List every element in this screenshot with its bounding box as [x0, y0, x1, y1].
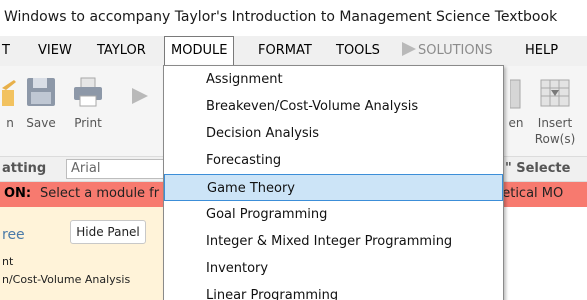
- menu-taylor[interactable]: TAYLOR: [97, 36, 146, 66]
- save-label: Save: [26, 116, 56, 130]
- print-button[interactable]: Print: [66, 74, 110, 146]
- module-dropdown-menu: Assignment Breakeven/Cost-Volume Analysi…: [163, 65, 504, 300]
- instruction-text: Select a module fr: [40, 186, 160, 201]
- menu-item-decision-analysis[interactable]: Decision Analysis: [164, 120, 503, 147]
- insert-rows-button[interactable]: Insert Row(s): [530, 74, 580, 146]
- menu-module[interactable]: MODULE: [164, 36, 235, 67]
- menu-solutions[interactable]: SOLUTIONS: [402, 36, 493, 66]
- menu-item-integer-programming[interactable]: Integer & Mixed Integer Programming: [164, 228, 503, 255]
- insert-label-2: Row(s): [534, 132, 576, 146]
- partial-label: en: [508, 116, 524, 130]
- menu-item-inventory[interactable]: Inventory: [164, 255, 503, 282]
- print-label: Print: [74, 116, 102, 130]
- insert-row-icon: [539, 76, 571, 113]
- title-bar: Windows to accompany Taylor's Introducti…: [0, 0, 587, 36]
- open-button[interactable]: n: [0, 74, 20, 146]
- menu-item-goal-programming[interactable]: Goal Programming: [164, 201, 503, 228]
- menu-item-assignment[interactable]: Assignment: [164, 66, 503, 93]
- menu-view[interactable]: VIEW: [38, 36, 72, 66]
- open-folder-icon: [2, 76, 18, 113]
- menu-item-game-theory[interactable]: Game Theory: [164, 174, 503, 201]
- hide-panel-button[interactable]: Hide Panel: [70, 220, 146, 244]
- instruction-label: ON:: [4, 186, 32, 201]
- save-icon: [25, 76, 57, 111]
- grid-icon: [509, 76, 522, 113]
- tree-item[interactable]: nt: [2, 255, 13, 268]
- menu-bar: T VIEW TAYLOR MODULE FORMAT TOOLS SOLUTI…: [0, 36, 587, 67]
- menu-tools[interactable]: TOOLS: [336, 36, 380, 66]
- menu-item-forecasting[interactable]: Forecasting: [164, 147, 503, 174]
- save-button[interactable]: Save: [20, 74, 62, 146]
- formatting-label: atting: [2, 161, 47, 176]
- menu-format[interactable]: FORMAT: [258, 36, 312, 66]
- run-icon: [128, 76, 152, 113]
- menu-item-breakeven[interactable]: Breakeven/Cost-Volume Analysis: [164, 93, 503, 120]
- menu-help[interactable]: HELP: [525, 36, 558, 66]
- tree-title: ree: [2, 227, 25, 243]
- print-icon: [72, 76, 104, 111]
- solutions-play-icon: [402, 42, 416, 56]
- window-title: Windows to accompany Taylor's Introducti…: [4, 9, 558, 25]
- select-label: ," Selecte: [500, 161, 571, 176]
- font-select[interactable]: Arial: [66, 159, 164, 179]
- run-button[interactable]: [120, 74, 160, 146]
- open-label: n: [6, 116, 14, 130]
- menu-item-partial[interactable]: T: [2, 36, 10, 66]
- tree-item[interactable]: n/Cost-Volume Analysis: [2, 273, 130, 286]
- partial-toolbar-button[interactable]: en: [504, 74, 528, 146]
- menu-item-linear-programming[interactable]: Linear Programming: [164, 282, 503, 300]
- tree-panel: ree Hide Panel nt n/Cost-Volume Analysis: [0, 207, 166, 300]
- insert-label-1: Insert: [537, 116, 573, 130]
